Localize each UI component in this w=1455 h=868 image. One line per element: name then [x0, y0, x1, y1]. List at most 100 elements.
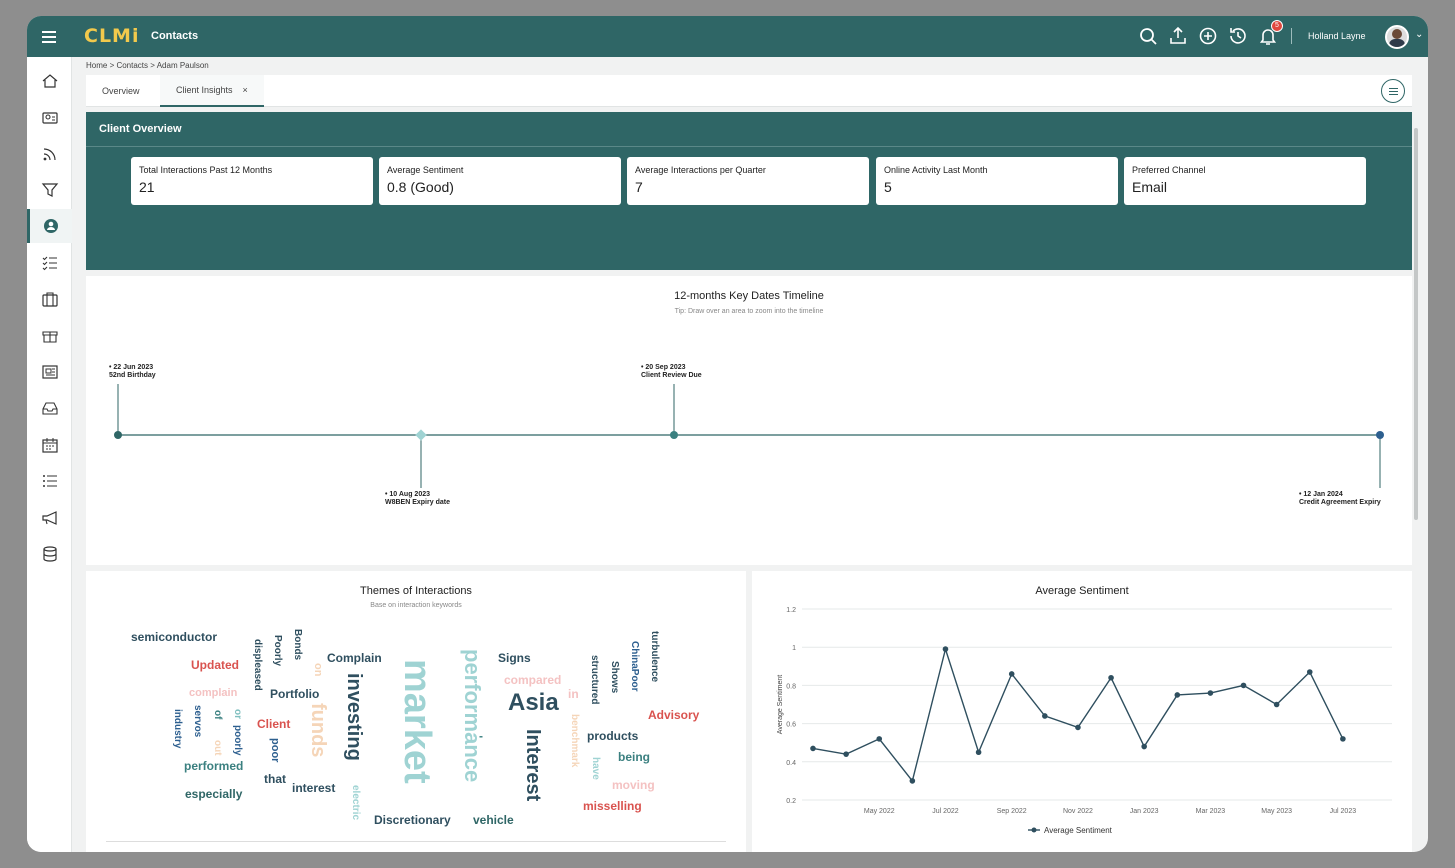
word: complain	[189, 687, 238, 699]
legend-label[interactable]: Average Sentiment	[1044, 826, 1113, 835]
event-label: W8BEN Expiry date	[385, 499, 450, 506]
word: compared	[504, 673, 562, 687]
word: poorly	[232, 725, 243, 756]
data-point[interactable]	[909, 778, 916, 784]
word: servos	[192, 705, 203, 738]
data-point[interactable]	[1174, 692, 1181, 698]
sidebar-item-database[interactable]	[27, 537, 72, 571]
word: Signs	[498, 651, 531, 665]
calendar-icon	[41, 438, 58, 453]
sidebar-item-calendar[interactable]	[27, 428, 72, 462]
sidebar-item-briefcase[interactable]	[27, 282, 72, 316]
avatar[interactable]	[1385, 25, 1409, 49]
megaphone-icon	[41, 511, 57, 525]
word: have	[590, 757, 601, 780]
data-point[interactable]	[942, 646, 949, 652]
themes-panel: Themes of Interactions Base on interacti…	[86, 571, 746, 852]
history-icon[interactable]	[1227, 25, 1249, 47]
add-icon[interactable]	[1197, 25, 1219, 47]
sidebar-item-user[interactable]	[27, 209, 72, 243]
scrollbar[interactable]	[1414, 128, 1418, 520]
timeline-panel[interactable]: 12-months Key Dates Timeline Tip: Draw o…	[86, 276, 1412, 565]
legend-marker	[1031, 827, 1037, 833]
word: semiconductor	[131, 630, 218, 644]
box-icon	[41, 331, 58, 343]
word: on	[312, 663, 324, 677]
notification-badge: 5	[1271, 20, 1283, 32]
word: being	[618, 750, 650, 764]
kpi-value: 5	[884, 179, 892, 195]
sidebar-item-inbox[interactable]	[27, 391, 72, 425]
sentiment-chart[interactable]: 0.2 0.4 0.6 0.8 1 1.2 May 2022 Jul 2022 Sep 2022…	[752, 571, 1412, 852]
app-title: Contacts	[151, 30, 199, 42]
data-point[interactable]	[1306, 669, 1313, 675]
sidebar-item-filter[interactable]	[27, 173, 72, 207]
header-divider	[1291, 28, 1292, 44]
data-point[interactable]	[975, 749, 982, 756]
word: Interest	[522, 729, 544, 802]
x-tick-label: Jan 2023	[1130, 808, 1159, 815]
event-label: 52nd Birthday	[109, 372, 156, 379]
y-tick-label: 1	[792, 645, 796, 652]
word: interest	[292, 781, 336, 795]
close-icon[interactable]: ×	[243, 85, 248, 95]
home-icon	[42, 74, 57, 88]
tab-overview[interactable]: Overview	[86, 75, 156, 107]
user-name[interactable]: Holland Layne	[1308, 31, 1366, 41]
y-tick-label: 0.2	[786, 798, 796, 805]
data-point[interactable]	[1075, 724, 1081, 731]
word: Bonds	[292, 629, 303, 661]
menu-icon[interactable]	[27, 16, 71, 57]
upload-icon[interactable]	[1167, 25, 1189, 47]
data-point[interactable]	[1108, 674, 1114, 681]
data-point[interactable]	[1008, 671, 1015, 677]
themes-subtitle: Base on interaction keywords	[370, 602, 462, 609]
word: vehicle	[473, 813, 514, 827]
data-point[interactable]	[810, 745, 816, 752]
data-point[interactable]	[1273, 701, 1280, 708]
data-point[interactable]	[876, 736, 883, 742]
feed-icon	[43, 148, 56, 161]
sidebar-item-list[interactable]	[27, 464, 72, 498]
bell-icon[interactable]: 5	[1257, 20, 1283, 47]
client-overview-panel: Client Overview Total Interactions Past …	[86, 112, 1412, 270]
data-point[interactable]	[1240, 682, 1247, 689]
data-point[interactable]	[1141, 743, 1147, 750]
tab-label: Overview	[102, 86, 140, 96]
sidebar-item-megaphone[interactable]	[27, 501, 72, 535]
kpi-label: Total Interactions Past 12 Months	[139, 165, 273, 175]
event-date: 20 Sep 2023	[645, 364, 686, 371]
chevron-down-icon[interactable]: ⌄	[1415, 29, 1423, 40]
sidebar-item-contacts-card[interactable]	[27, 100, 72, 134]
data-point[interactable]	[1042, 713, 1048, 719]
timeline-chart[interactable]	[86, 276, 1412, 565]
data-point[interactable]	[843, 751, 849, 757]
search-icon[interactable]	[1137, 25, 1159, 47]
x-tick-label: May 2022	[864, 808, 895, 815]
x-tick-label: Mar 2023	[1196, 808, 1226, 815]
sidebar-item-feed[interactable]	[27, 137, 72, 171]
filter-icon	[41, 183, 58, 197]
breadcrumb[interactable]: Home > Contacts > Adam Paulson	[86, 61, 209, 70]
data-point[interactable]	[1207, 690, 1214, 696]
sidebar-item-news[interactable]	[27, 355, 72, 389]
word: Poorly	[272, 635, 283, 667]
data-point[interactable]	[1340, 736, 1346, 742]
tab-client-insights[interactable]: Client Insights ×	[160, 75, 264, 107]
word: Complain	[327, 651, 382, 665]
sidebar-item-checklist[interactable]	[27, 246, 72, 280]
y-axis-label: Average Sentiment	[777, 675, 784, 734]
x-tick-label: Jul 2023	[1330, 808, 1357, 815]
kpi-card: Total Interactions Past 12 Months 21	[131, 157, 373, 205]
word: benchmark	[569, 714, 580, 768]
sentiment-panel: Average Sentiment 0.2 0.4 0.6 0.8 1 1.2 May 20…	[752, 571, 1412, 852]
y-tick-label: 0.6	[786, 722, 796, 729]
sidebar-item-box[interactable]	[27, 319, 72, 353]
word: especially	[185, 787, 243, 801]
app-window: CLMi Contacts 5 Holland Layne ⌄ Home > C…	[27, 16, 1428, 852]
word: Discretionary	[374, 813, 451, 827]
page-menu-button[interactable]	[1381, 79, 1405, 103]
sidebar-item-home[interactable]	[27, 64, 72, 98]
event-label: Credit Agreement Expiry	[1299, 499, 1381, 506]
tab-bar: Overview Client Insights ×	[86, 75, 1412, 107]
